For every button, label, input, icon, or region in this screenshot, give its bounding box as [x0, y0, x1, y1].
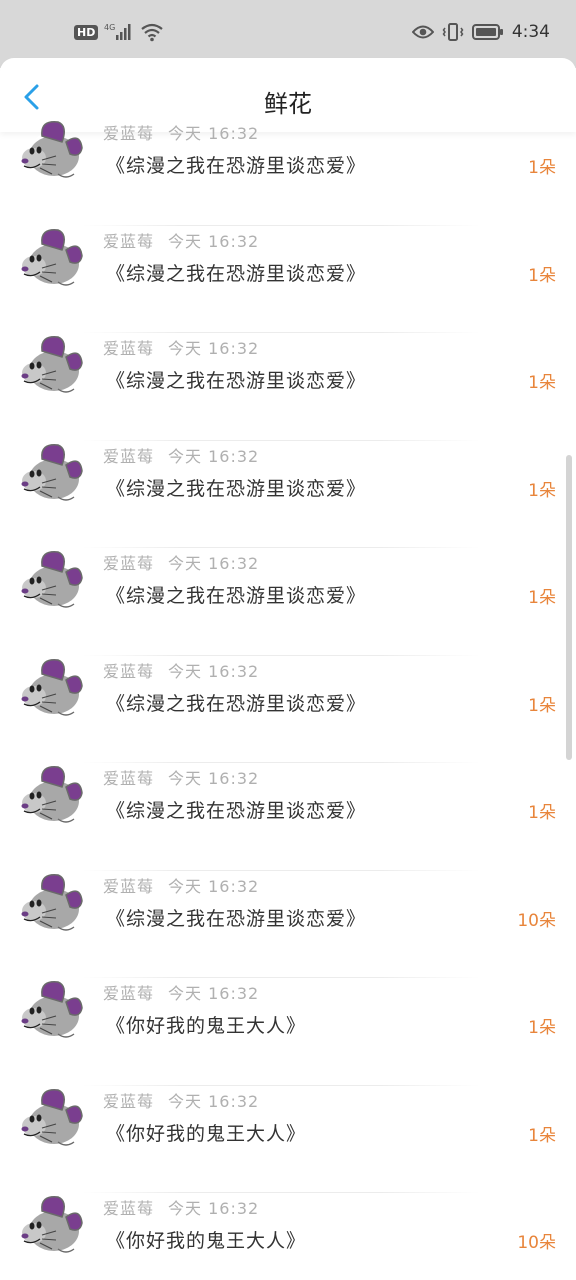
mouse-avatar-icon: [21, 981, 83, 1043]
vibrate-icon: [442, 23, 464, 41]
list-item[interactable]: 爱蓝莓 今天 16:32 《综漫之我在恐游里谈恋爱》 1朵: [0, 656, 576, 763]
timestamp: 今天 16:32: [168, 554, 260, 573]
timestamp: 今天 16:32: [168, 124, 260, 143]
item-meta: 爱蓝莓 今天 16:32: [103, 873, 259, 897]
book-title: 《综漫之我在恐游里谈恋爱》: [106, 370, 367, 392]
flower-count: 1朵: [528, 803, 556, 823]
timestamp: 今天 16:32: [168, 876, 260, 896]
username: 爱蓝莓: [103, 124, 155, 143]
status-left-icons: HD 4G: [74, 22, 164, 42]
mouse-avatar-icon: [21, 336, 83, 398]
item-meta: 爱蓝莓 今天 16:32: [103, 120, 259, 144]
mouse-avatar-icon: [21, 121, 83, 183]
list-item[interactable]: 爱蓝莓 今天 16:32 《综漫之我在恐游里谈恋爱》 1朵: [0, 118, 576, 226]
username: 爱蓝莓: [103, 554, 155, 573]
item-meta: 爱蓝莓 今天 16:32: [103, 335, 259, 359]
username: 爱蓝莓: [103, 231, 155, 251]
list-item[interactable]: 爱蓝莓 今天 16:32 《综漫之我在恐游里谈恋爱》 1朵: [0, 333, 576, 441]
flower-count: 1朵: [528, 373, 556, 393]
mouse-avatar-icon: [21, 443, 83, 506]
item-meta: 爱蓝莓 今天 16:32: [103, 550, 259, 574]
flower-count: 10朵: [517, 910, 556, 931]
mouse-avatar-icon: [21, 873, 83, 936]
page-title: 鲜花: [264, 90, 312, 118]
username: 爱蓝莓: [103, 876, 155, 896]
book-title: 《综漫之我在恐游里谈恋爱》: [106, 477, 367, 500]
mouse-avatar-icon: [21, 1088, 83, 1151]
book-title: 《综漫之我在恐游里谈恋爱》: [106, 800, 367, 822]
username: 爱蓝莓: [103, 769, 155, 788]
list-item[interactable]: 爱蓝莓 今天 16:32 《你好我的鬼王大人》 10朵: [0, 1193, 576, 1280]
timestamp: 今天 16:32: [168, 769, 260, 788]
username: 爱蓝莓: [103, 1199, 155, 1218]
item-meta: 爱蓝莓 今天 16:32: [103, 1088, 259, 1112]
flower-count: 1朵: [528, 158, 556, 178]
list-item[interactable]: 爱蓝莓 今天 16:32 《你好我的鬼王大人》 1朵: [0, 978, 576, 1086]
timestamp: 今天 16:32: [168, 984, 260, 1003]
network-type-label: 4G: [104, 23, 115, 32]
book-title: 《你好我的鬼王大人》: [106, 1122, 307, 1145]
timestamp: 今天 16:32: [168, 231, 260, 251]
username: 爱蓝莓: [103, 339, 155, 358]
book-title: 《综漫之我在恐游里谈恋爱》: [106, 907, 367, 930]
flower-count: 1朵: [528, 695, 556, 716]
list-item[interactable]: 爱蓝莓 今天 16:32 《你好我的鬼王大人》 1朵: [0, 1086, 576, 1193]
flower-count: 1朵: [528, 265, 556, 286]
status-right-icons: 4:34: [411, 22, 550, 42]
username: 爱蓝莓: [103, 661, 155, 681]
list-item[interactable]: 爱蓝莓 今天 16:32 《综漫之我在恐游里谈恋爱》 1朵: [0, 441, 576, 548]
scrollbar[interactable]: [566, 455, 572, 760]
eye-icon: [411, 25, 434, 39]
wifi-icon: [141, 23, 164, 42]
timestamp: 今天 16:32: [168, 446, 260, 466]
flower-count: 1朵: [528, 480, 556, 501]
mouse-avatar-icon: [21, 228, 83, 291]
signal-icon: 4G: [104, 23, 131, 40]
mouse-avatar-icon: [21, 658, 83, 721]
book-title: 《你好我的鬼王大人》: [106, 1015, 307, 1037]
username: 爱蓝莓: [103, 1091, 155, 1111]
list-item[interactable]: 爱蓝莓 今天 16:32 《综漫之我在恐游里谈恋爱》 1朵: [0, 548, 576, 656]
timestamp: 今天 16:32: [168, 1091, 260, 1111]
item-meta: 爱蓝莓 今天 16:32: [103, 228, 259, 252]
flower-count: 10朵: [517, 1233, 556, 1253]
status-time: 4:34: [511, 22, 550, 42]
item-meta: 爱蓝莓 今天 16:32: [103, 658, 259, 682]
username: 爱蓝莓: [103, 984, 155, 1003]
book-title: 《综漫之我在恐游里谈恋爱》: [106, 585, 367, 607]
mouse-avatar-icon: [21, 551, 83, 613]
list-item[interactable]: 爱蓝莓 今天 16:32 《综漫之我在恐游里谈恋爱》 1朵: [0, 763, 576, 871]
book-title: 《综漫之我在恐游里谈恋爱》: [106, 692, 367, 715]
book-title: 《综漫之我在恐游里谈恋爱》: [106, 262, 367, 285]
flower-record-list[interactable]: 爱蓝莓 今天 16:32 《综漫之我在恐游里谈恋爱》 1朵 爱蓝莓 今天 16:32…: [0, 121, 576, 1280]
timestamp: 今天 16:32: [168, 661, 260, 681]
battery-icon: [471, 24, 503, 40]
list-item[interactable]: 爱蓝莓 今天 16:32 《综漫之我在恐游里谈恋爱》 10朵: [0, 871, 576, 978]
book-title: 《综漫之我在恐游里谈恋爱》: [106, 155, 367, 177]
username: 爱蓝莓: [103, 446, 155, 466]
hd-icon: HD: [74, 24, 99, 40]
item-meta: 爱蓝莓 今天 16:32: [103, 1195, 259, 1219]
flower-count: 1朵: [528, 588, 556, 608]
item-meta: 爱蓝莓 今天 16:32: [103, 980, 259, 1004]
list-item[interactable]: 爱蓝莓 今天 16:32 《综漫之我在恐游里谈恋爱》 1朵: [0, 226, 576, 333]
flower-count: 1朵: [528, 1125, 556, 1146]
item-meta: 爱蓝莓 今天 16:32: [103, 765, 259, 789]
item-meta: 爱蓝莓 今天 16:32: [103, 443, 259, 467]
mouse-avatar-icon: [21, 766, 83, 828]
timestamp: 今天 16:32: [168, 339, 260, 358]
mouse-avatar-icon: [21, 1196, 83, 1258]
flower-count: 1朵: [528, 1018, 556, 1038]
book-title: 《你好我的鬼王大人》: [106, 1230, 307, 1252]
timestamp: 今天 16:32: [168, 1199, 260, 1218]
